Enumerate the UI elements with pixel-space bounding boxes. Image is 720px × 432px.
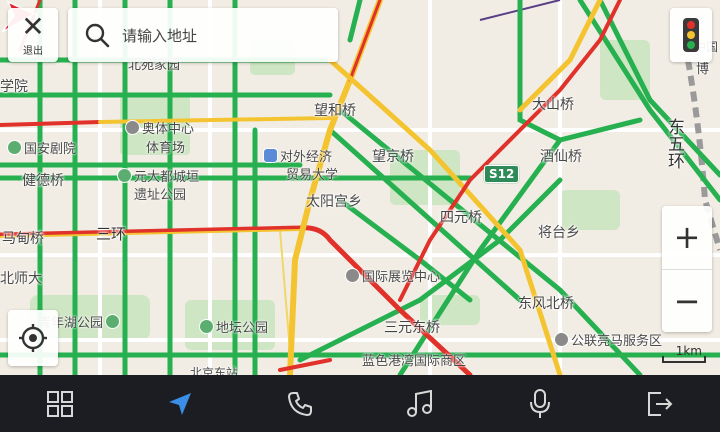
park-icon (118, 169, 131, 182)
phone-icon (288, 391, 312, 416)
poi-yuandadu-2: 遗址公园 (134, 188, 187, 203)
poi-olympic-center: 奥体中心 (126, 118, 194, 137)
exit-app-button[interactable] (630, 375, 690, 432)
map-label-east-fifth-ring: 东五环 (664, 118, 684, 169)
map-label-dashan-bridge: 大山桥 (532, 97, 574, 113)
poi-uibe-2: 贸易大学 (286, 168, 339, 183)
map-label-jiangtaixiang: 将台乡 (538, 225, 580, 241)
voice-button[interactable] (510, 375, 570, 432)
zoom-out-button[interactable]: − (662, 270, 712, 333)
poi-service-area: 公联亮马服务区 (555, 330, 662, 349)
map-label-jiande-bridge: 健德桥 (22, 173, 64, 189)
scale-bar (662, 356, 706, 363)
map-label-siyuan-bridge: 四元桥 (440, 210, 482, 226)
poi-exhibition-center: 国际展览中心 (346, 266, 440, 285)
park-icon (200, 320, 213, 333)
search-box[interactable]: 请输入地址 (68, 8, 338, 62)
music-icon (407, 389, 432, 417)
school-icon (264, 149, 277, 162)
map-label-third-ring: 三环 (96, 225, 127, 243)
phone-button[interactable] (270, 375, 330, 432)
navigation-button[interactable] (150, 375, 210, 432)
map-label-wanghe-bridge: 望和桥 (314, 103, 356, 119)
search-icon (85, 23, 110, 48)
map-label-dongfeng-north-bridge: 东风北桥 (518, 296, 574, 312)
poi-uibe-1: 对外经济 (264, 146, 332, 165)
search-input[interactable]: 请输入地址 (122, 25, 197, 46)
exit-label: 退出 (23, 45, 43, 57)
zoom-in-button[interactable]: + (662, 206, 712, 269)
microphone-icon (530, 388, 550, 418)
apps-button[interactable] (30, 375, 90, 432)
poi-blue-harbor: 蓝色港湾国际商区 (362, 354, 467, 369)
apps-grid-icon (47, 390, 73, 417)
map-label-beijing-east: 北京东站 (190, 366, 239, 375)
map-scale: 1km (662, 344, 706, 363)
navigation-icon (169, 392, 191, 415)
park-icon (106, 315, 120, 328)
poi-ditan-park: 地坛公园 (200, 317, 268, 336)
theater-icon (8, 141, 21, 154)
poi-stadium: 体育场 (146, 141, 186, 156)
locate-me-button[interactable] (8, 310, 58, 366)
map-label-jiuxianqiao: 酒仙桥 (540, 149, 582, 165)
map-label-madian-bridge: 马甸桥 (2, 231, 44, 247)
exhibition-icon (346, 269, 359, 282)
stadium-icon (126, 121, 139, 134)
traffic-light-icon (683, 18, 699, 52)
map-label-taiyanggong: 太阳宫乡 (306, 194, 362, 210)
exit-button[interactable]: ✕ 退出 (8, 8, 58, 62)
zoom-controls: + − (662, 206, 712, 332)
map-label-wangjing-bridge: 望京桥 (372, 149, 414, 165)
crosshair-icon (19, 324, 47, 352)
poi-guoan-theater: 国安剧院 (8, 138, 76, 157)
service-area-icon (555, 333, 568, 346)
map-label-xueyuan: 学院 (0, 79, 28, 95)
bottom-dock (0, 375, 720, 432)
map-label-sanyuan-east-bridge: 三元东桥 (384, 320, 440, 336)
music-button[interactable] (390, 375, 450, 432)
expressway-shield: S12 (484, 165, 520, 183)
traffic-toggle-button[interactable] (670, 8, 712, 62)
close-icon: ✕ (21, 9, 45, 43)
map-label-beishida: 北师大 (0, 271, 42, 287)
exit-icon (648, 391, 673, 416)
poi-yuandadu-1: 元大都城垣 (118, 166, 199, 185)
